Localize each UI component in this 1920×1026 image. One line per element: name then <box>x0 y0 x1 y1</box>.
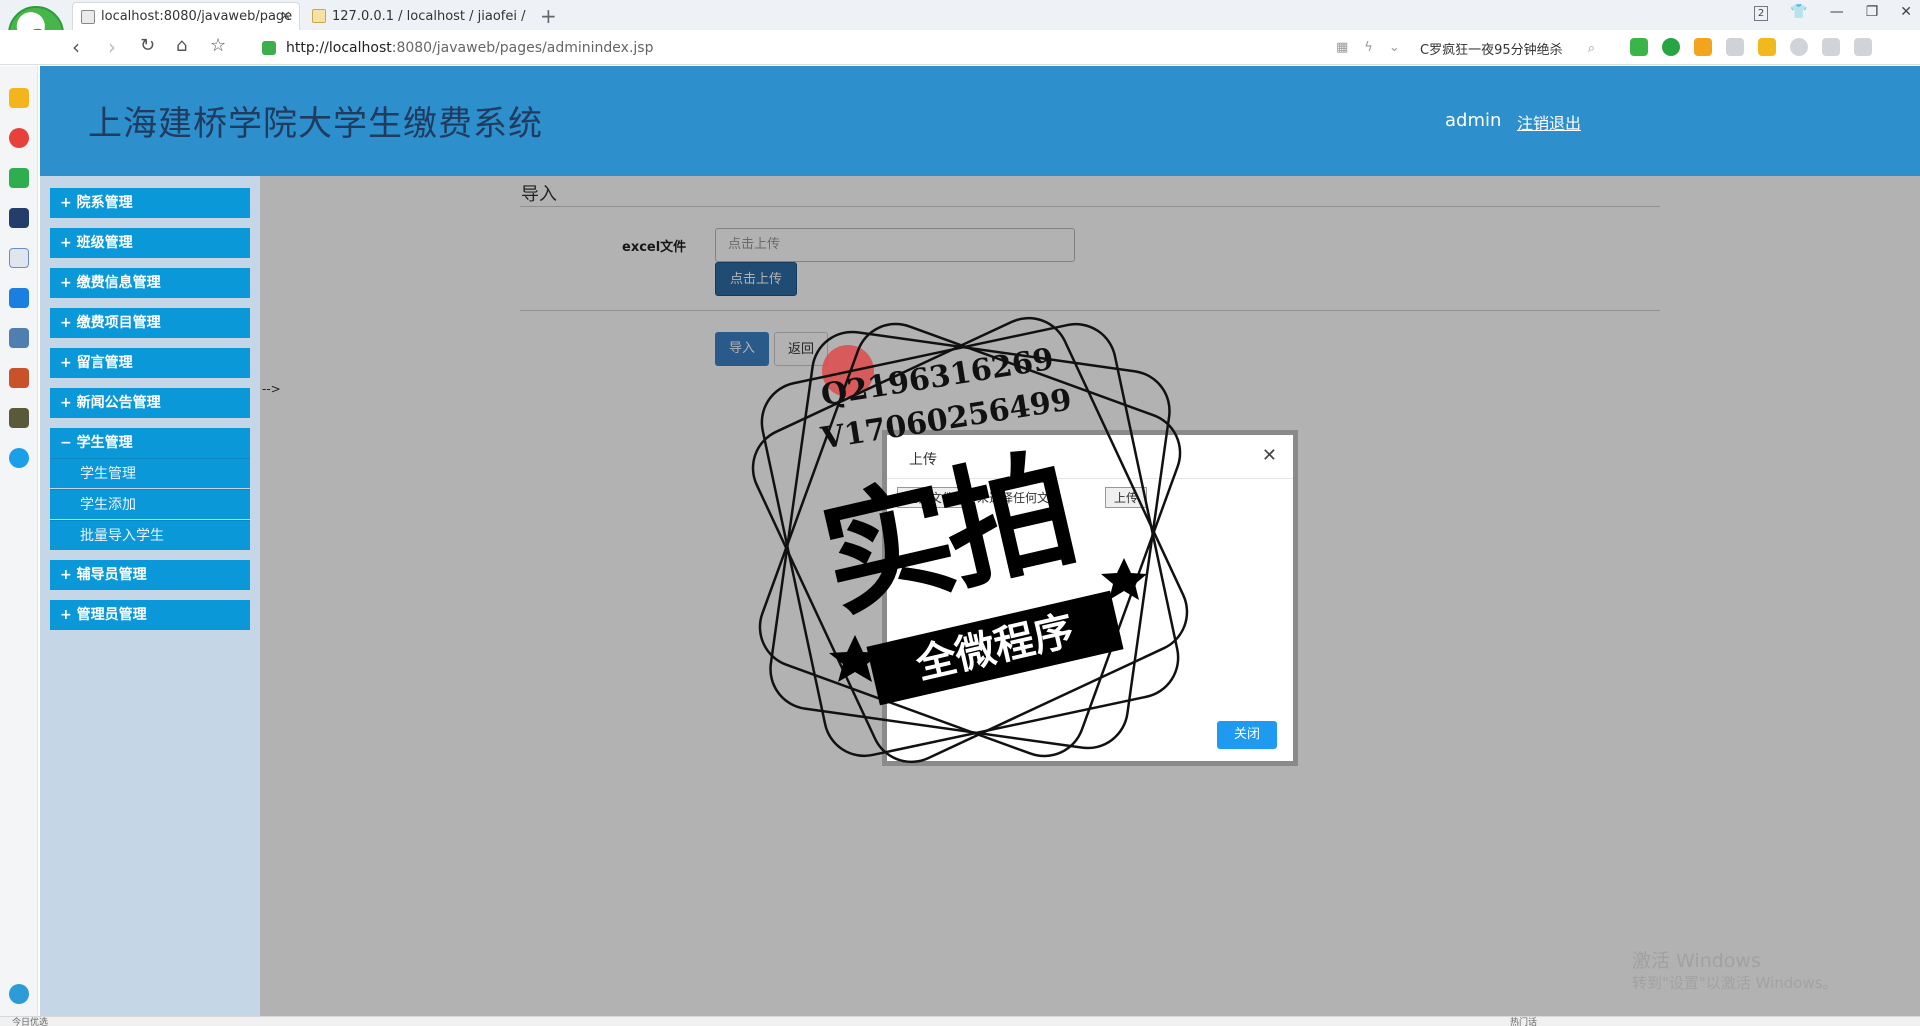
new-tab-icon[interactable]: + <box>540 4 557 28</box>
browser-tabbar: e localhost:8080/javaweb/page ✕ 127.0.0.… <box>0 0 1920 62</box>
search-text: C罗疯狂一夜95分钟绝杀 <box>1420 42 1563 58</box>
mail-icon[interactable] <box>9 168 29 188</box>
qr-code-icon[interactable]: ▦ <box>1336 40 1348 55</box>
translate-icon[interactable] <box>1662 38 1680 56</box>
nav-group-students[interactable]: − 学生管理 <box>50 428 250 458</box>
home-icon[interactable]: ⌂ <box>176 35 187 56</box>
app-header: 上海建桥学院大学生缴费系统 admin 注销退出 <box>40 66 1920 176</box>
browser-tab-active[interactable]: localhost:8080/javaweb/page ✕ <box>72 2 300 30</box>
nav-group-admin[interactable]: + 管理员管理 <box>50 600 250 630</box>
app-title: 上海建桥学院大学生缴费系统 <box>88 104 543 144</box>
nav-item-student-import[interactable]: 批量导入学生 <box>50 520 250 550</box>
nav-group-payment-info[interactable]: + 缴费信息管理 <box>50 268 250 298</box>
status-right-text[interactable]: 热门话 <box>1510 1015 1537 1026</box>
windows-activation-title: 激活 Windows <box>1632 950 1761 972</box>
url-field[interactable]: http://localhost:8080/javaweb/pages/admi… <box>262 36 1412 60</box>
phpmyadmin-favicon-icon <box>312 9 326 23</box>
nav-group-class[interactable]: + 班级管理 <box>50 228 250 258</box>
nav-group-news[interactable]: + 新闻公告管理 <box>50 388 250 418</box>
close-icon[interactable]: ✕ <box>1262 445 1277 466</box>
game-icon[interactable] <box>9 328 29 348</box>
browser-statusbar: 今日优选 热门话 <box>0 1016 1920 1026</box>
game-icon[interactable] <box>9 408 29 428</box>
headphones-icon[interactable] <box>1790 38 1808 56</box>
menu-icon[interactable] <box>1854 38 1872 56</box>
tab-close-icon[interactable]: ✕ <box>280 9 291 24</box>
nav-group-department[interactable]: + 院系管理 <box>50 188 250 218</box>
forward-icon[interactable]: › <box>108 35 116 59</box>
app-sidebar: + 院系管理 + 班级管理 + 缴费信息管理 + 缴费项目管理 + 留言管理 +… <box>40 176 260 1016</box>
extension-icons <box>1630 38 1872 56</box>
tab-label: localhost:8080/javaweb/page <box>101 9 293 24</box>
tab-label: 127.0.0.1 / localhost / jiaofei / <box>332 8 526 24</box>
scissors-icon[interactable] <box>1630 38 1648 56</box>
url-path: :8080/javaweb/pages/adminindex.jsp <box>391 40 654 56</box>
current-user: admin <box>1445 110 1502 131</box>
logout-link[interactable]: 注销退出 <box>1517 110 1581 134</box>
modal-close-button[interactable]: 关闭 <box>1217 721 1277 749</box>
game-icon[interactable] <box>9 368 29 388</box>
close-window-icon[interactable]: ✕ <box>1900 4 1912 21</box>
undo-icon[interactable] <box>1822 38 1840 56</box>
modal-upload-button[interactable]: 上传 <box>1105 487 1148 508</box>
tab-count-badge[interactable]: 2 <box>1753 6 1769 21</box>
apps-grid-icon[interactable] <box>1758 38 1776 56</box>
lightning-icon[interactable]: ϟ <box>1364 40 1373 55</box>
nav-group-counselor[interactable]: + 辅导员管理 <box>50 560 250 590</box>
search-icon[interactable]: ⌕ <box>1588 41 1595 56</box>
assistant-icon[interactable] <box>9 984 29 1004</box>
url-host: http://localhost <box>286 40 392 56</box>
nav-group-payment-item[interactable]: + 缴费项目管理 <box>50 308 250 338</box>
nav-item-student-add[interactable]: 学生添加 <box>50 489 250 519</box>
chevron-down-icon[interactable]: ⌄ <box>1389 40 1400 55</box>
chat-icon[interactable] <box>9 288 29 308</box>
nav-item-student-manage[interactable]: 学生管理 <box>50 458 250 488</box>
windows-activation-hint: 转到"设置"以激活 Windows。 <box>1632 974 1838 992</box>
nav-group-messages[interactable]: + 留言管理 <box>50 348 250 378</box>
skin-icon[interactable]: 👕 <box>1790 4 1807 21</box>
news-icon[interactable] <box>9 208 29 228</box>
weibo-icon[interactable] <box>9 128 29 148</box>
status-left-text[interactable]: 今日优选 <box>12 1015 48 1026</box>
restore-icon[interactable]: ❐ <box>1866 4 1879 21</box>
window-controls: 2 👕 — ❐ ✕ <box>1753 4 1912 21</box>
page-favicon-icon <box>81 9 95 24</box>
url-tools: ▦ ϟ ⌄ <box>1336 40 1400 55</box>
browser-tab[interactable]: 127.0.0.1 / localhost / jiaofei / <box>304 2 530 30</box>
p-app-icon[interactable] <box>9 448 29 468</box>
bookmark-star-icon[interactable]: ☆ <box>210 35 226 56</box>
reload-icon[interactable]: ↻ <box>140 35 155 56</box>
browser-addressbar: ‹ › ↻ ⌂ ☆ http://localhost:8080/javaweb/… <box>0 30 1920 65</box>
secure-shield-icon <box>262 41 276 55</box>
browser-quick-sidebar <box>0 66 38 1016</box>
minimize-icon[interactable]: — <box>1830 4 1844 21</box>
back-icon[interactable]: ‹ <box>72 35 80 59</box>
document-icon[interactable] <box>9 248 29 268</box>
search-input[interactable]: C罗疯狂一夜95分钟绝杀 ⌕ <box>1420 36 1595 60</box>
shield-ext-icon[interactable] <box>1694 38 1712 56</box>
favorites-star-icon[interactable] <box>9 88 29 108</box>
image-icon[interactable] <box>1726 38 1744 56</box>
